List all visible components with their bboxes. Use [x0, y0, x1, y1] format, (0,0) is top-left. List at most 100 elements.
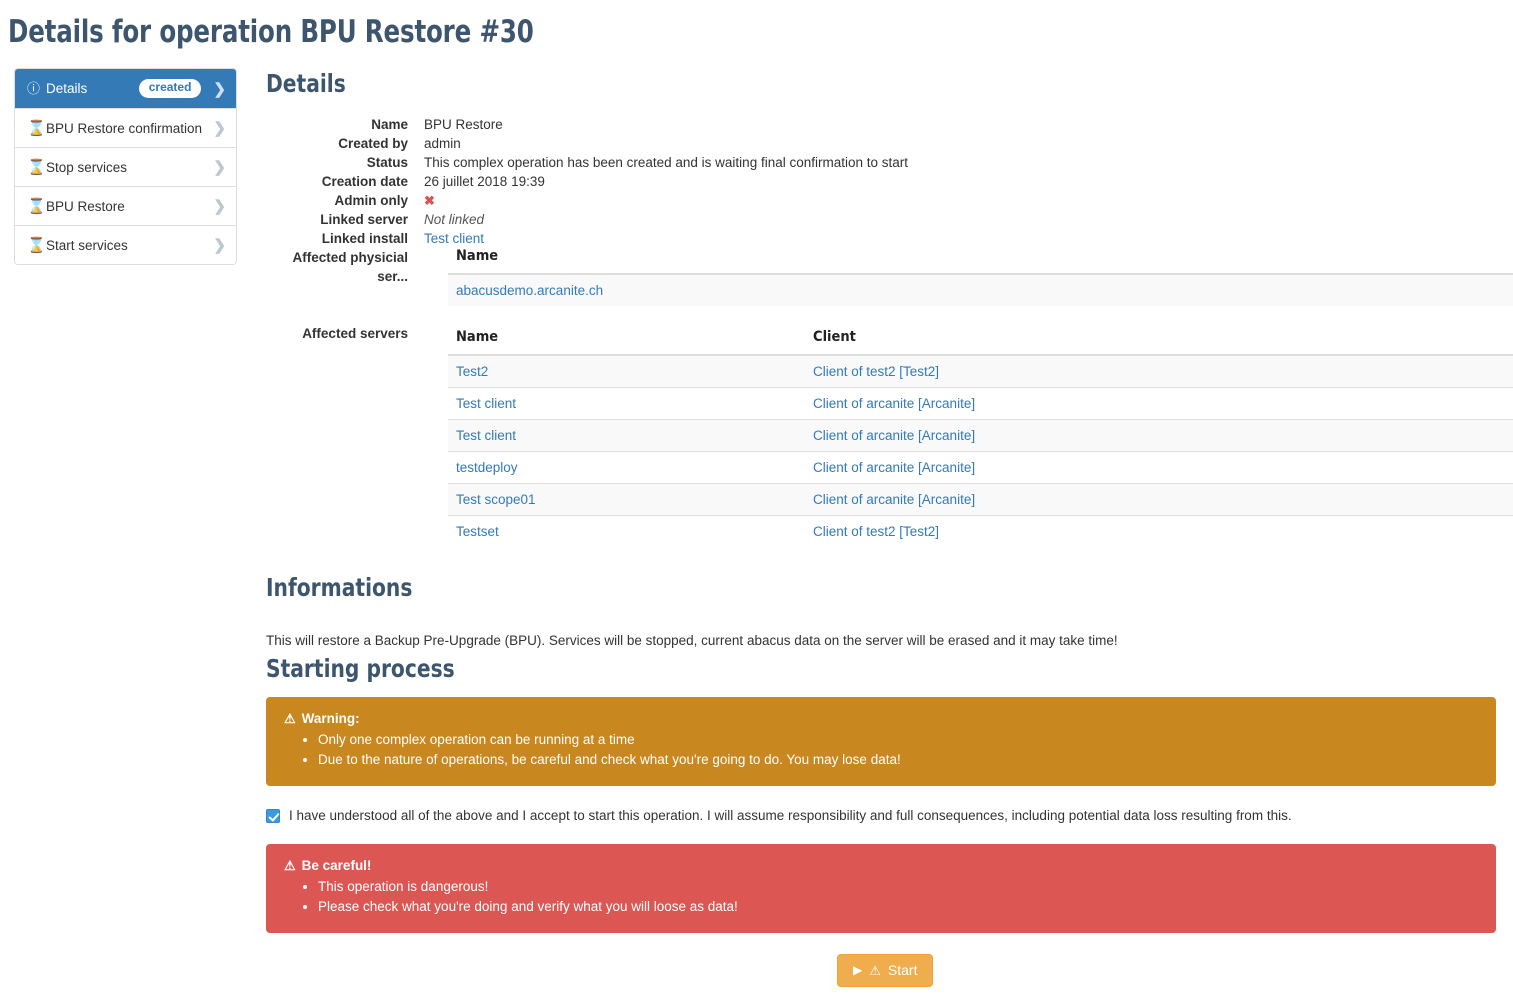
sidebar-item-label: Stop services [46, 159, 128, 175]
detail-label: Name [371, 117, 408, 132]
detail-value: admin [424, 136, 461, 151]
detail-row-created-by: Created by admin [266, 134, 1498, 153]
sidebar-item-label: BPU Restore [46, 198, 125, 214]
server-name-link[interactable]: Test client [448, 387, 805, 420]
warning-triangle-icon: ⚠ [284, 711, 296, 726]
detail-row-creation-date: Creation date 26 juillet 2018 19:39 [266, 172, 1498, 191]
table-header-row: Name [448, 248, 1513, 275]
danger-list: This operation is dangerous! Please chec… [284, 877, 1478, 917]
chevron-right-icon: ❯ [213, 80, 226, 98]
sidebar-item-label: Details [46, 81, 88, 96]
chevron-right-icon: ❯ [213, 198, 226, 215]
hourglass-icon: ⌛ [27, 197, 46, 215]
detail-value: 26 juillet 2018 19:39 [424, 174, 545, 189]
affected-servers-table-wrap: Name Client Test2 Client of test2 [Test2… [448, 329, 1513, 547]
warning-triangle-icon: ⚠ [869, 962, 881, 978]
starting-process-heading: Starting process [266, 654, 455, 683]
page-title: Details for operation BPU Restore #30 [8, 14, 534, 50]
detail-label: Creation date [321, 174, 408, 189]
sidebar-item-start-services[interactable]: ⌛ Start services ❯ [15, 225, 236, 264]
affected-servers-label: Affected servers [302, 326, 408, 341]
hourglass-icon: ⌛ [27, 236, 46, 254]
table-header-row: Name Client [448, 329, 1513, 356]
danger-alert: ⚠ Be careful! This operation is dangerou… [266, 844, 1496, 933]
hourglass-icon: ⌛ [27, 158, 46, 176]
chevron-right-icon: ❯ [213, 159, 226, 176]
table-row[interactable]: testdeploy Client of arcanite [Arcanite] [448, 451, 1513, 484]
start-button-label: Start [887, 962, 918, 978]
physical-server-link[interactable]: abacusdemo.arcanite.ch [448, 273, 1513, 306]
list-item: Please check what you're doing and verif… [318, 897, 1478, 917]
status-badge: created [138, 79, 202, 98]
column-header-name: Name [448, 248, 1513, 275]
warning-title-text: Warning: [301, 711, 360, 726]
server-name-link[interactable]: testdeploy [448, 451, 805, 484]
table-row[interactable]: Test scope01 Client of arcanite [Arcanit… [448, 483, 1513, 516]
info-icon: ⓘ [27, 81, 41, 96]
table-row[interactable]: Testset Client of test2 [Test2] [448, 515, 1513, 547]
table-row[interactable]: Test client Client of arcanite [Arcanite… [448, 419, 1513, 452]
warning-list: Only one complex operation can be runnin… [284, 730, 1478, 770]
cross-icon: ✖ [424, 193, 435, 208]
client-link[interactable]: Client of arcanite [Arcanite] [805, 451, 1513, 484]
sidebar-item-bpu-restore[interactable]: ⌛ BPU Restore ❯ [15, 186, 236, 225]
warning-alert-title: ⚠ Warning: [284, 711, 1478, 726]
affected-physical-servers-table: Name abacusdemo.arcanite.ch [448, 248, 1513, 306]
table-row[interactable]: Test2 Client of test2 [Test2] [448, 354, 1513, 388]
detail-value: This complex operation has been created … [424, 155, 909, 170]
client-link[interactable]: Client of arcanite [Arcanite] [805, 483, 1513, 516]
operation-steps-sidebar: ⓘ Details created ❯ ⌛ BPU Restore confir… [14, 68, 237, 265]
client-link[interactable]: Client of test2 [Test2] [805, 354, 1513, 388]
sidebar-item-details[interactable]: ⓘ Details created ❯ [15, 69, 236, 108]
detail-row-linked-install: Linked install Test client [266, 229, 1498, 248]
server-name-link[interactable]: Test scope01 [448, 483, 805, 516]
detail-label: Created by [338, 136, 408, 151]
details-heading: Details [266, 69, 346, 98]
sidebar-item-label: BPU Restore confirmation [46, 120, 203, 136]
play-icon: ▶ [853, 963, 863, 977]
linked-install-link[interactable]: Test client [424, 229, 1498, 248]
sidebar-item-stop-services[interactable]: ⌛ Stop services ❯ [15, 147, 236, 186]
detail-row-name: Name BPU Restore [266, 115, 1498, 134]
danger-alert-title: ⚠ Be careful! [284, 858, 1478, 873]
column-header-name: Name [448, 329, 805, 356]
warning-alert: ⚠ Warning: Only one complex operation ca… [266, 697, 1496, 786]
affected-servers-table: Name Client Test2 Client of test2 [Test2… [448, 329, 1513, 547]
sidebar-item-bpu-restore-confirmation[interactable]: ⌛ BPU Restore confirmation ❯ [15, 108, 236, 147]
detail-label: Admin only [334, 193, 409, 208]
detail-label: Linked install [321, 231, 408, 246]
sidebar-item-label: Start services [46, 237, 128, 253]
list-item: Due to the nature of operations, be care… [318, 750, 1478, 770]
server-name-link[interactable]: Test client [448, 419, 805, 452]
detail-row-linked-server: Linked server Not linked [266, 210, 1498, 229]
table-row[interactable]: abacusdemo.arcanite.ch [448, 273, 1513, 306]
client-link[interactable]: Client of arcanite [Arcanite] [805, 419, 1513, 452]
informations-text: This will restore a Backup Pre-Upgrade (… [266, 632, 1118, 648]
detail-label: Affected physicial ser... [292, 250, 408, 284]
start-button[interactable]: ▶ ⚠ Start [837, 954, 934, 987]
danger-title-text: Be careful! [301, 858, 372, 873]
detail-row-admin-only: Admin only ✖ [266, 191, 1498, 210]
consent-row[interactable]: I have understood all of the above and I… [266, 806, 1292, 826]
server-name-link[interactable]: Testset [448, 515, 805, 547]
informations-heading: Informations [266, 573, 413, 602]
column-header-client: Client [805, 329, 1513, 356]
client-link[interactable]: Client of test2 [Test2] [805, 515, 1513, 547]
warning-triangle-icon: ⚠ [284, 858, 296, 873]
table-row[interactable]: Test client Client of arcanite [Arcanite… [448, 387, 1513, 420]
server-name-link[interactable]: Test2 [448, 354, 805, 388]
detail-label: Status [366, 155, 408, 170]
affected-physical-servers-table-wrap: Name abacusdemo.arcanite.ch [448, 248, 1513, 306]
chevron-right-icon: ❯ [213, 120, 226, 137]
detail-value: BPU Restore [424, 117, 503, 132]
page-root: Details for operation BPU Restore #30 ⓘ … [0, 0, 1513, 1007]
list-item: Only one complex operation can be runnin… [318, 730, 1478, 750]
hourglass-icon: ⌛ [27, 119, 46, 137]
consent-checkbox[interactable] [266, 809, 280, 823]
list-item: This operation is dangerous! [318, 877, 1478, 897]
consent-label: I have understood all of the above and I… [289, 808, 1292, 823]
detail-value: Not linked [424, 212, 485, 227]
detail-row-status: Status This complex operation has been c… [266, 153, 1498, 172]
client-link[interactable]: Client of arcanite [Arcanite] [805, 387, 1513, 420]
chevron-right-icon: ❯ [213, 237, 226, 254]
